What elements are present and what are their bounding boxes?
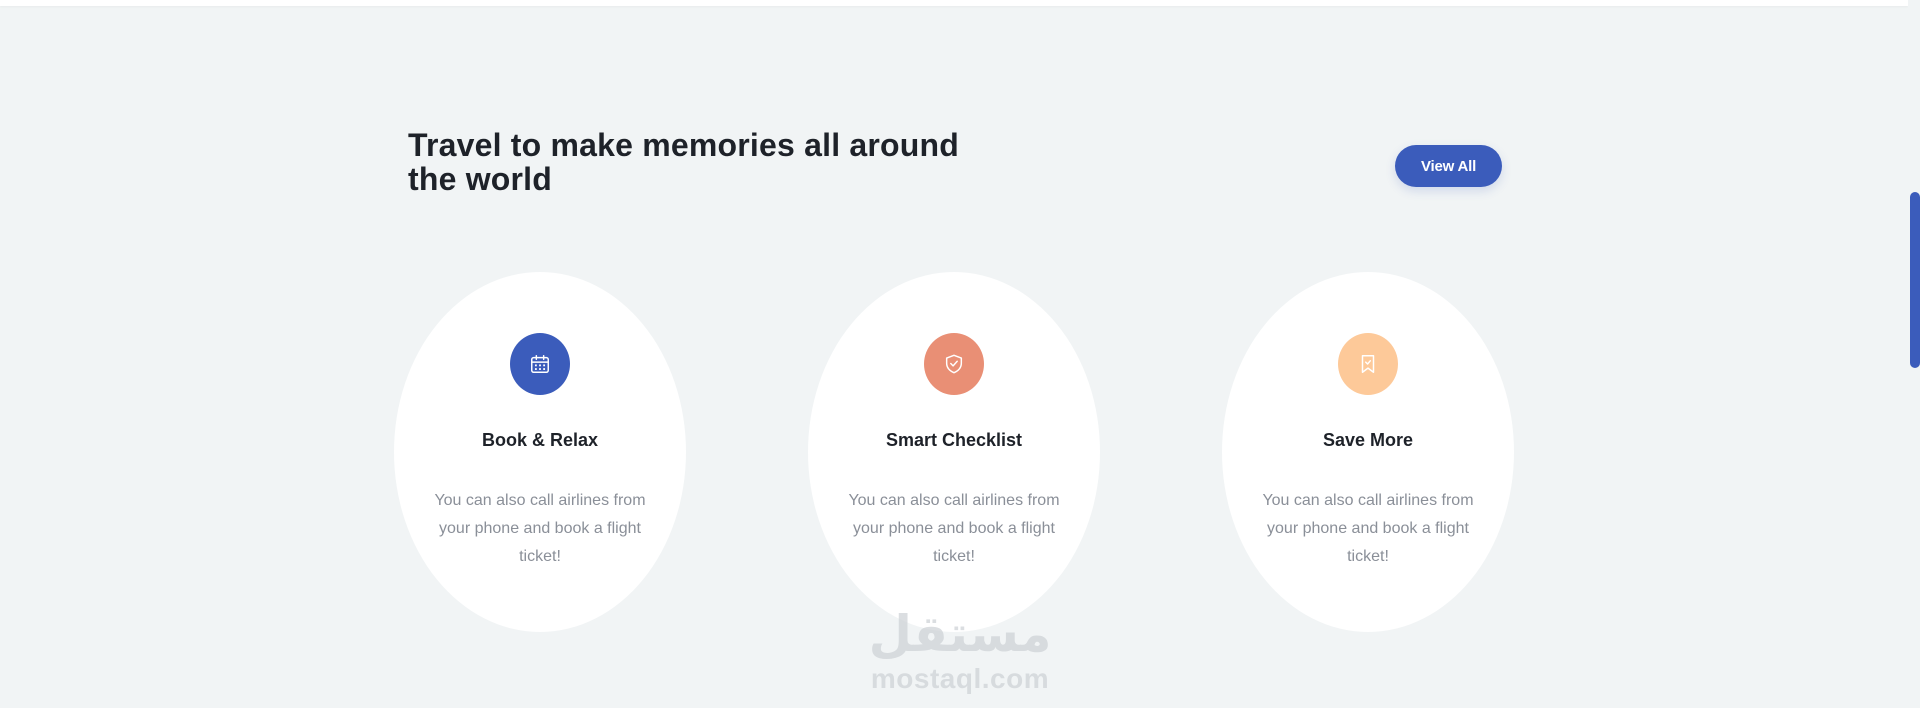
feature-card-book-relax: Book & Relax You can also call airlines … [394, 272, 686, 632]
bookmark-icon [1338, 333, 1398, 395]
watermark-arabic: مستقل [868, 605, 1052, 663]
page: Travel to make memories all around the w… [0, 0, 1920, 708]
card-description: You can also call airlines from your pho… [848, 492, 1060, 565]
calendar-icon [510, 333, 570, 395]
feature-card-save-more: Save More You can also call airlines fro… [1222, 272, 1514, 632]
card-title: Book & Relax [481, 430, 599, 450]
card-description: You can also call airlines from your pho… [1262, 492, 1474, 565]
top-divider [0, 0, 1908, 6]
card-description: You can also call airlines from your pho… [434, 492, 646, 565]
section-heading: Travel to make memories all around the w… [408, 127, 960, 197]
view-all-button[interactable]: View All [1395, 145, 1502, 187]
feature-card-smart-checklist: Smart Checklist You can also call airlin… [808, 272, 1100, 632]
scrollbar-track[interactable] [1908, 0, 1920, 708]
mostaql-watermark: مستقل mostaql.com [866, 604, 1054, 694]
shield-check-icon [924, 333, 984, 395]
scrollbar-thumb[interactable] [1910, 192, 1920, 368]
watermark-latin: mostaql.com [870, 663, 1050, 694]
card-title: Smart Checklist [885, 430, 1023, 450]
card-title: Save More [1322, 430, 1414, 450]
